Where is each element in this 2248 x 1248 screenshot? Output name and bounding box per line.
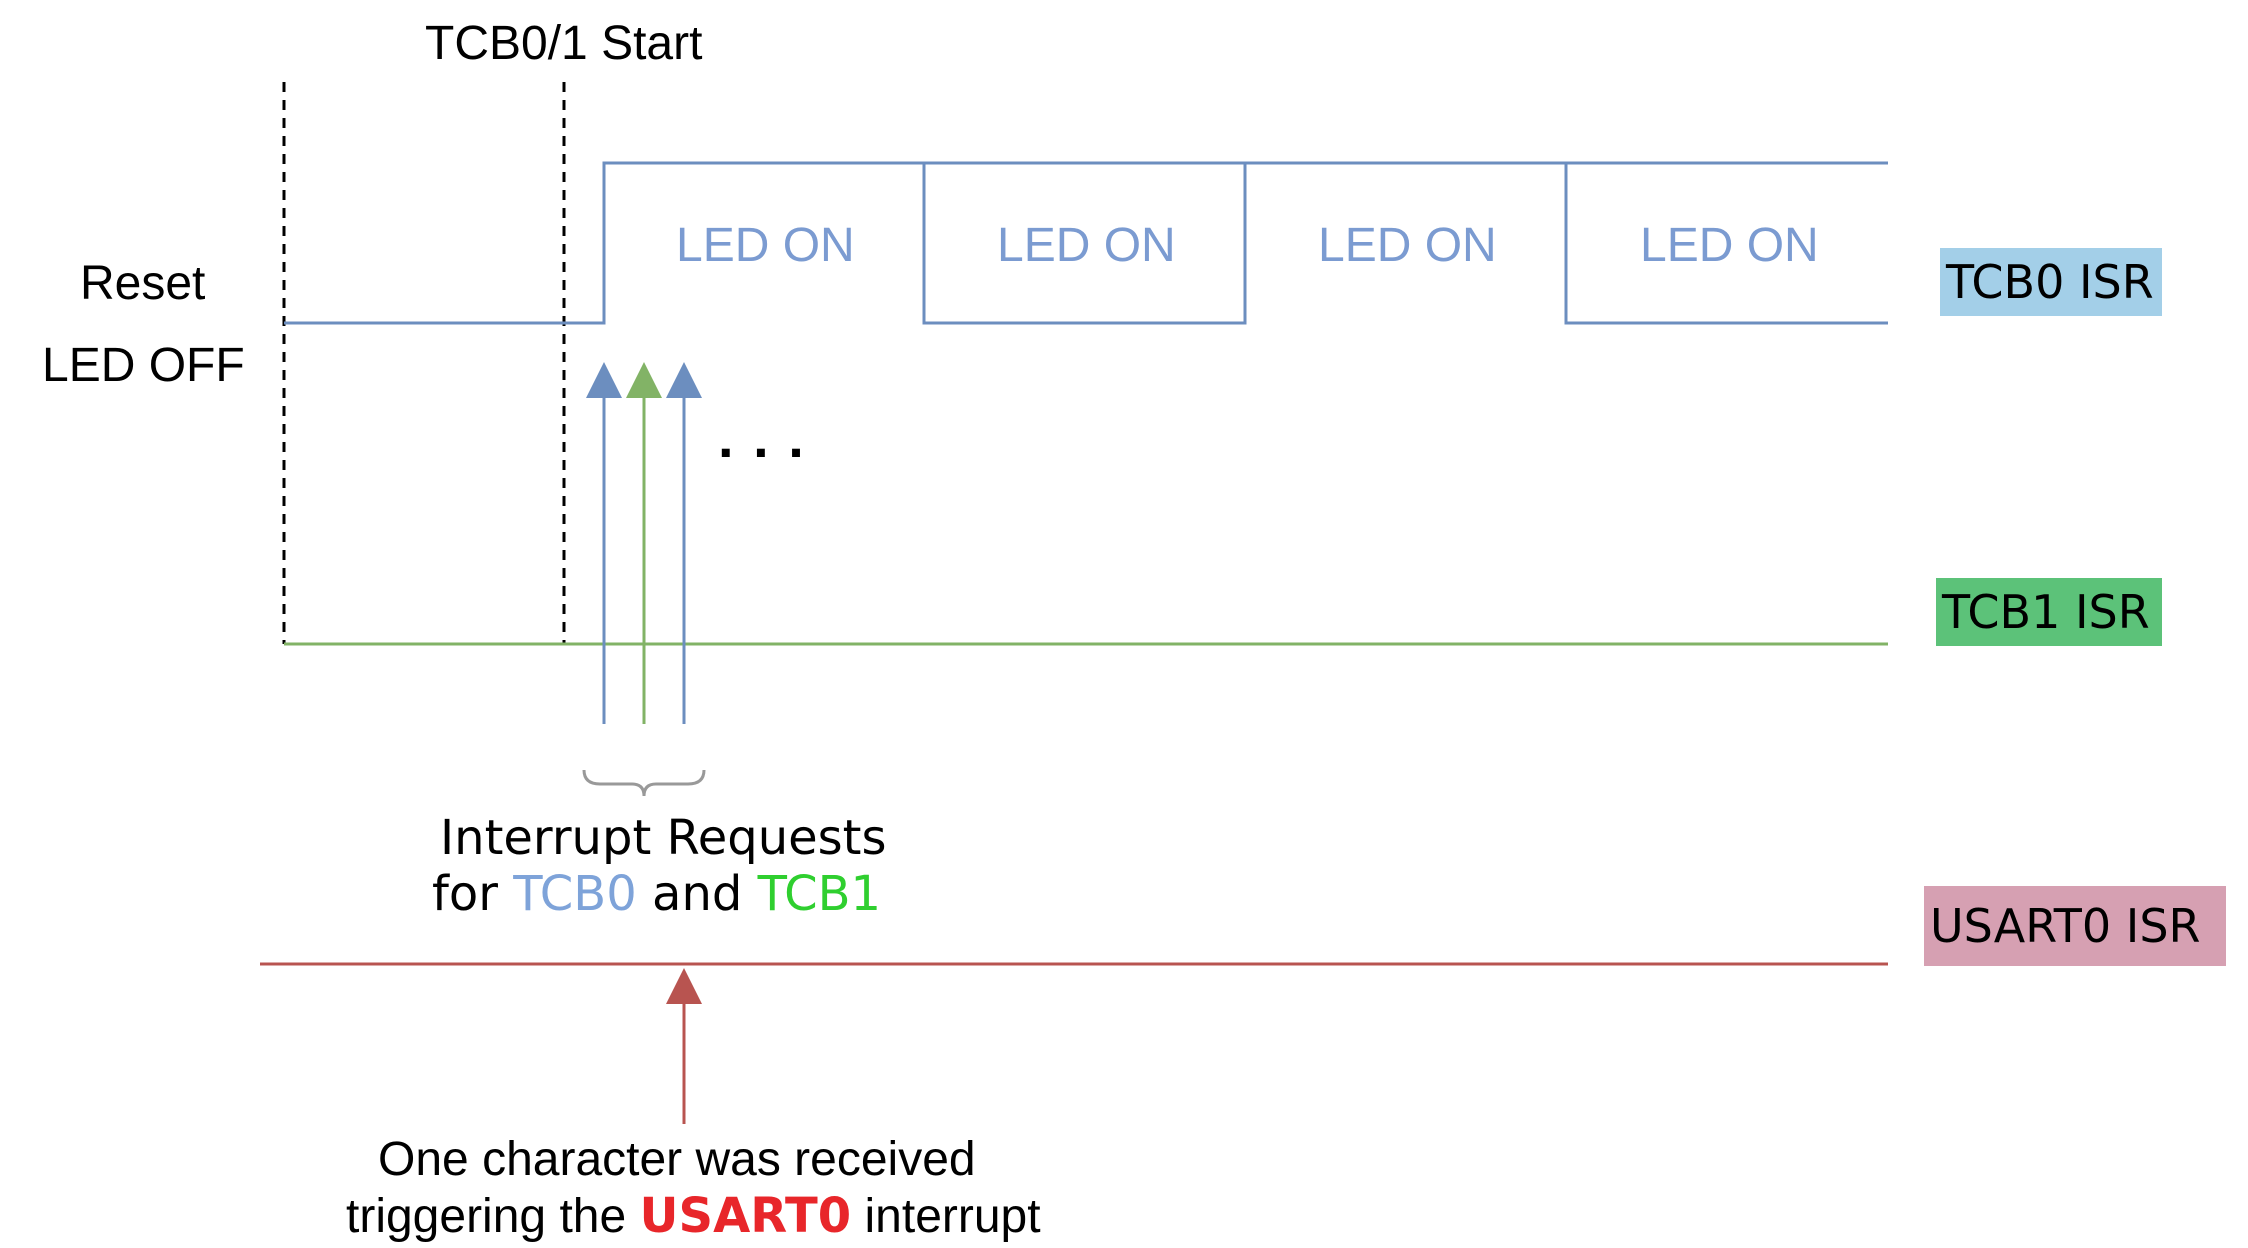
interrupt-caption-line1: Interrupt Requests (440, 810, 887, 866)
interrupt-caption-line2: for TCB0 and TCB1 (432, 870, 881, 918)
led-on-label-2: LED ON (997, 219, 1176, 272)
led-off-label: LED OFF (42, 339, 245, 392)
usart-caption-suffix: interrupt (851, 1190, 1041, 1243)
led-on-label-1: LED ON (676, 219, 855, 272)
tcb0-isr-tag: TCB0 ISR (1940, 248, 2162, 316)
led-on-label-4: LED ON (1640, 219, 1819, 272)
start-label: TCB0/1 Start (425, 17, 703, 70)
usart0-interrupt-arrow (666, 968, 702, 1124)
usart-caption-prefix: triggering the (346, 1190, 640, 1243)
diagram-graphics (260, 82, 1888, 1124)
interrupt-caption-for: for (432, 866, 514, 922)
led-on-label-3: LED ON (1318, 219, 1497, 272)
reset-label: Reset (80, 257, 206, 310)
tcb1-isr-label: TCB1 ISR (1942, 585, 2150, 639)
tcb0-isr-label: TCB0 ISR (1946, 255, 2154, 309)
usart0-isr-label: USART0 ISR (1930, 899, 2201, 953)
interrupt-caption-and: and (636, 866, 758, 922)
interrupt-brace (582, 769, 706, 797)
usart-caption-line1: One character was received (378, 1133, 976, 1186)
usart-caption-line2: triggering the USART0 interrupt (346, 1192, 1041, 1241)
interrupt-arrow-tcb1 (626, 362, 662, 724)
ellipsis: . . . (718, 406, 806, 469)
tcb1-isr-tag: TCB1 ISR (1936, 578, 2162, 646)
interrupt-caption-tcb0: TCB0 (513, 866, 637, 922)
interrupt-arrow-tcb0-1 (586, 362, 622, 724)
usart-caption-name: USART0 (639, 1188, 852, 1244)
usart0-isr-tag: USART0 ISR (1924, 886, 2226, 966)
interrupt-caption-tcb1: TCB1 (757, 866, 882, 922)
interrupt-arrow-tcb0-2 (666, 362, 702, 724)
timing-diagram: TCB0/1 Start Reset LED OFF LED ON LED ON… (0, 0, 2248, 1248)
